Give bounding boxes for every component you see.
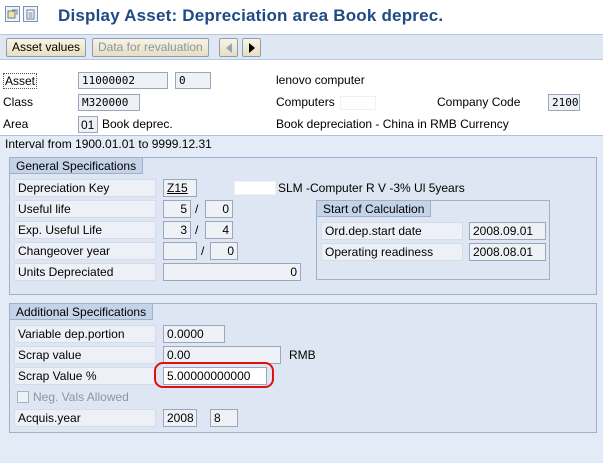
- area-field[interactable]: 01: [78, 116, 98, 133]
- operating-readiness-label: Operating readiness: [321, 243, 463, 261]
- separator: /: [195, 202, 199, 216]
- changeover-periods-field[interactable]: 0: [210, 242, 238, 260]
- redacted-area: [234, 181, 276, 195]
- redacted-area: [340, 96, 376, 110]
- separator: /: [201, 244, 205, 258]
- asset-subnumber-field[interactable]: 0: [175, 72, 211, 89]
- display-change-icon[interactable]: [23, 6, 38, 22]
- neg-vals-allowed-label: Neg. Vals Allowed: [33, 390, 129, 404]
- acquis-period-field[interactable]: 8: [210, 409, 238, 427]
- changeover-year-field[interactable]: [163, 242, 197, 260]
- class-label: Class: [3, 95, 34, 109]
- acquis-year-label: Acquis.year: [14, 409, 156, 427]
- previous-area-button[interactable]: [219, 38, 238, 57]
- useful-life-periods-field[interactable]: 0: [205, 200, 233, 218]
- asset-header: Asset 11000002 0 lenovo computer Class M…: [0, 61, 603, 135]
- asset-values-button[interactable]: Asset values: [6, 38, 87, 57]
- scrap-value-label: Scrap value: [14, 346, 156, 364]
- depreciation-key-label: Depreciation Key: [14, 179, 156, 197]
- window-title: Display Asset: Depreciation area Book de…: [58, 6, 444, 25]
- ord-dep-start-date-field[interactable]: 2008.09.01: [469, 222, 546, 240]
- changeover-year-label: Changeover year: [14, 242, 156, 260]
- depreciation-key-description: SLM -Computer R V -3% Ul 5years: [278, 181, 465, 195]
- data-for-revaluation-button[interactable]: Data for revaluation: [92, 38, 209, 57]
- area-label: Area: [3, 117, 29, 131]
- depreciation-key-field[interactable]: Z15: [163, 179, 197, 197]
- acquis-year-field[interactable]: 2008: [163, 409, 197, 427]
- arrow-left-icon: [225, 42, 232, 53]
- class-description: Computers: [276, 95, 335, 109]
- asset-description: lenovo computer: [276, 73, 365, 87]
- units-depreciated-label: Units Depreciated: [14, 263, 156, 281]
- highlight-annotation: [154, 362, 274, 388]
- additional-specifications-group: Additional Specifications Variable dep.p…: [9, 303, 597, 433]
- scrap-value-percent-label: Scrap Value %: [14, 367, 156, 385]
- general-specifications-title: General Specifications: [9, 157, 144, 174]
- separator: /: [195, 223, 199, 237]
- exp-useful-life-years-field[interactable]: 3: [163, 221, 191, 239]
- general-specifications-group: General Specifications Depreciation Key …: [9, 157, 597, 295]
- asset-number-field[interactable]: 11000002: [78, 72, 168, 89]
- additional-specifications-title: Additional Specifications: [9, 303, 154, 320]
- class-field[interactable]: M320000: [78, 94, 140, 111]
- variable-dep-portion-field[interactable]: 0.0000: [163, 325, 225, 343]
- exp-useful-life-periods-field[interactable]: 4: [205, 221, 233, 239]
- area-description: Book depreciation - China in RMB Currenc…: [276, 117, 509, 131]
- operating-readiness-field[interactable]: 2008.08.01: [469, 243, 546, 261]
- next-area-button[interactable]: [242, 38, 261, 57]
- application-toolbar: Asset values Data for revaluation: [0, 34, 603, 60]
- exp-useful-life-label: Exp. Useful Life: [14, 221, 156, 239]
- scrap-value-currency: RMB: [289, 348, 316, 362]
- interval-text: Interval from 1900.01.01 to 9999.12.31: [5, 137, 212, 151]
- useful-life-label: Useful life: [14, 200, 156, 218]
- useful-life-years-field[interactable]: 5: [163, 200, 191, 218]
- company-code-field[interactable]: 2100: [548, 94, 580, 111]
- title-bar: Display Asset: Depreciation area Book de…: [0, 0, 603, 34]
- ord-dep-start-date-label: Ord.dep.start date: [321, 222, 463, 240]
- neg-vals-allowed-checkbox[interactable]: [17, 391, 29, 403]
- company-code-label: Company Code: [437, 95, 521, 109]
- title-icons: [5, 6, 38, 22]
- variable-dep-portion-label: Variable dep.portion: [14, 325, 156, 343]
- other-object-icon[interactable]: [5, 6, 20, 22]
- asset-label: Asset: [3, 73, 38, 89]
- depreciation-area-panel: Interval from 1900.01.01 to 9999.12.31 G…: [0, 135, 603, 463]
- start-of-calculation-title: Start of Calculation: [316, 200, 432, 217]
- units-depreciated-field[interactable]: 0: [163, 263, 301, 281]
- arrow-right-icon: [248, 42, 255, 53]
- start-of-calculation-group: Start of Calculation Ord.dep.start date …: [316, 200, 550, 280]
- area-name: Book deprec.: [102, 117, 173, 131]
